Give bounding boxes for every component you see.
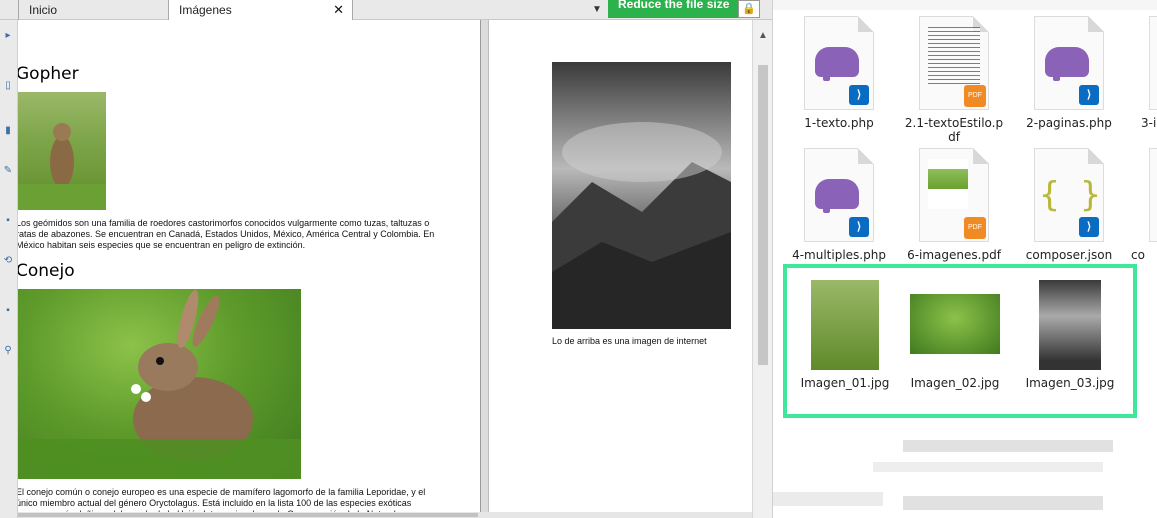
lock-icon[interactable]: 🔒	[738, 0, 760, 18]
file-name: co	[1131, 248, 1145, 262]
tools-sidebar: ▸ ▯ ▮ ✎ ▪ ⟲ ▪ ⚲	[0, 20, 18, 518]
tab-imagenes-label: Imágenes	[179, 3, 232, 17]
heading-gopher: Gopher	[18, 64, 79, 84]
file-explorer: ⟩ 1-texto.php PDF 2.1-textoEstilo.pdf ⟩ …	[772, 0, 1157, 518]
page-tool-icon[interactable]: ▯	[2, 80, 14, 92]
file-name: 6-imagenes.pdf	[907, 248, 1001, 262]
file-item[interactable]: PDF 2.1-textoEstilo.pdf	[899, 16, 1009, 144]
tab-imagenes[interactable]: Imágenes ✕	[168, 0, 353, 21]
image-thumbnail	[910, 294, 1000, 354]
file-name: 4-multiples.php	[792, 248, 886, 262]
gopher-paragraph: Los geómidos son una familia de roedores…	[18, 218, 435, 250]
file-name: Imagen_03.jpg	[1025, 376, 1115, 390]
scroll-up-icon[interactable]: ▲	[753, 30, 773, 44]
file-name: 2.1-textoEstilo.pdf	[904, 116, 1004, 144]
annotate-tool-icon[interactable]: ✎	[2, 165, 14, 177]
image-caption: Lo de arriba es una imagen de internet	[552, 336, 707, 346]
json-file-icon: { } ⟩	[1034, 148, 1104, 242]
pdf-viewer: Inicio Imágenes ✕ ▼ Reduce the file size…	[0, 0, 772, 518]
screen: Inicio Imágenes ✕ ▼ Reduce the file size…	[0, 0, 1157, 518]
signature-tool-icon[interactable]: ▪	[2, 305, 14, 317]
blurred-content	[873, 462, 1103, 472]
bookmark-tool-icon[interactable]: ▮	[2, 125, 14, 137]
rabbit-image	[18, 289, 301, 479]
conejo-paragraph: El conejo común o conejo europeo es una …	[18, 487, 426, 512]
file-item[interactable]: { } ⟩ composer.json	[1014, 148, 1124, 262]
tab-bar: Inicio Imágenes ✕ ▼ Reduce the file size…	[0, 0, 772, 21]
file-item[interactable]: PDF 6-imagenes.pdf	[899, 148, 1009, 262]
arrow-tool-icon[interactable]: ▸	[2, 30, 14, 42]
image-file-item[interactable]: Imagen_01.jpg	[795, 280, 895, 390]
file-icon	[1149, 16, 1157, 110]
php-file-icon: ⟩	[804, 16, 874, 110]
file-item[interactable]: ⟩ 4-multiples.php	[784, 148, 894, 262]
php-file-icon: ⟩	[1034, 16, 1104, 110]
blurred-content	[773, 492, 883, 506]
file-name: 2-paginas.php	[1026, 116, 1112, 130]
scroll-thumb[interactable]	[758, 65, 768, 365]
tab-inicio-label: Inicio	[29, 3, 58, 17]
forest-image	[552, 62, 731, 329]
search-tool-icon[interactable]: ⚲	[2, 345, 14, 357]
image-file-item[interactable]: Imagen_02.jpg	[905, 280, 1005, 390]
file-name: Imagen_01.jpg	[800, 376, 890, 390]
file-item[interactable]: co	[1129, 148, 1157, 262]
close-icon[interactable]: ✕	[333, 0, 344, 20]
file-name: 3-i	[1141, 116, 1157, 130]
image-file-item[interactable]: Imagen_03.jpg	[1020, 280, 1120, 390]
file-item[interactable]: ⟩ 2-paginas.php	[1014, 16, 1124, 130]
attach-tool-icon[interactable]: ▪	[2, 215, 14, 227]
dropdown-arrow-icon[interactable]: ▼	[592, 0, 602, 20]
pdf-page-2: Lo de arriba es una imagen de internet	[489, 20, 752, 512]
hscroll-thumb[interactable]	[18, 513, 478, 517]
image-thumbnail	[811, 280, 879, 370]
pdf-file-icon: PDF	[919, 148, 989, 242]
image-thumbnail	[1039, 280, 1101, 370]
file-icon	[1149, 148, 1157, 242]
page-divider	[480, 20, 489, 512]
file-name: 1-texto.php	[804, 116, 874, 130]
gopher-image	[18, 92, 106, 210]
blurred-content	[903, 496, 1103, 510]
tab-inicio[interactable]: Inicio	[18, 0, 168, 20]
reduce-file-size-button[interactable]: Reduce the file size	[608, 0, 738, 18]
file-item[interactable]: 3-i	[1129, 16, 1157, 130]
reduce-file-size-label: Reduce the file size	[618, 0, 730, 11]
heading-conejo: Conejo	[18, 261, 75, 281]
vertical-scrollbar[interactable]: ▲	[752, 20, 772, 518]
pdf-page-1: Gopher Los geómidos son una familia de r…	[18, 20, 480, 512]
file-name: composer.json	[1025, 248, 1113, 262]
file-item[interactable]: ⟩ 1-texto.php	[784, 16, 894, 130]
horizontal-scrollbar[interactable]	[18, 512, 752, 518]
blurred-content	[903, 440, 1113, 452]
image-selection-highlight: Imagen_01.jpg Imagen_02.jpg Imagen_03.jp…	[783, 264, 1137, 418]
link-tool-icon[interactable]: ⟲	[2, 255, 14, 267]
php-file-icon: ⟩	[804, 148, 874, 242]
explorer-header	[773, 0, 1157, 10]
pdf-file-icon: PDF	[919, 16, 989, 110]
file-name: Imagen_02.jpg	[910, 376, 1000, 390]
